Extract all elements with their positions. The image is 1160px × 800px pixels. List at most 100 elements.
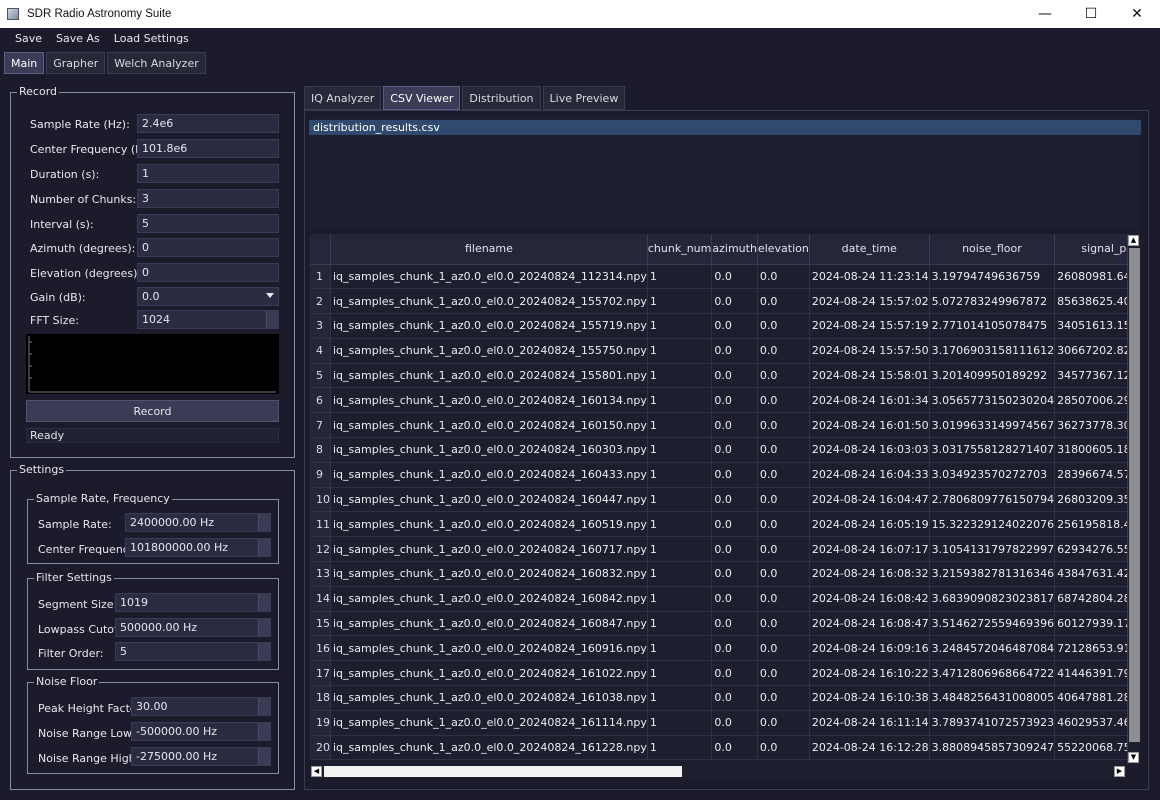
- table-row[interactable]: 13 iq_samples_chunk_1_az0.0_el0.0_2024082…: [310, 561, 1127, 587]
- row-number[interactable]: 15: [310, 611, 331, 637]
- spinbox-icon[interactable]: [258, 748, 270, 765]
- table-cell: 36273778.30730826: [1054, 412, 1127, 439]
- table-row[interactable]: 1 iq_samples_chunk_1_az0.0_el0.0_20240824…: [310, 264, 1127, 290]
- column-header[interactable]: elevation: [757, 234, 810, 265]
- minimize-icon[interactable]: —: [1022, 0, 1068, 28]
- scroll-left-icon[interactable]: ◀: [311, 766, 322, 777]
- table-row[interactable]: 10 iq_samples_chunk_1_az0.0_el0.0_2024082…: [310, 487, 1127, 513]
- segment-size-input[interactable]: 1019: [115, 593, 271, 612]
- table-row[interactable]: 6 iq_samples_chunk_1_az0.0_el0.0_20240824…: [310, 387, 1127, 414]
- table-row[interactable]: 17 iq_samples_chunk_1_az0.0_el0.0_2024082…: [310, 660, 1127, 687]
- maximize-icon[interactable]: ☐: [1068, 0, 1114, 28]
- menu-load-settings[interactable]: Load Settings: [107, 32, 196, 45]
- column-header[interactable]: azimuth: [711, 234, 758, 265]
- row-number[interactable]: 17: [310, 660, 331, 687]
- row-number[interactable]: 12: [310, 536, 331, 563]
- row-number[interactable]: 10: [310, 487, 331, 513]
- table-row[interactable]: 4 iq_samples_chunk_1_az0.0_el0.0_20240824…: [310, 338, 1127, 364]
- row-number[interactable]: 6: [310, 387, 331, 414]
- table-cell: 34577367.12471989: [1054, 363, 1127, 389]
- vertical-scroll-thumb[interactable]: [1129, 248, 1140, 742]
- column-header[interactable]: filename: [330, 234, 648, 265]
- row-number[interactable]: 7: [310, 412, 331, 439]
- column-header[interactable]: signal_power: [1054, 234, 1127, 265]
- tab-main[interactable]: Main: [4, 52, 45, 74]
- tab-live-preview[interactable]: Live Preview: [542, 86, 626, 110]
- spinbox-icon[interactable]: [258, 723, 270, 740]
- csv-file-item[interactable]: distribution_results.csv: [309, 120, 1141, 135]
- table-row[interactable]: 11 iq_samples_chunk_1_az0.0_el0.0_2024082…: [310, 511, 1127, 538]
- center-frequency-input[interactable]: 101.8e6: [137, 139, 279, 158]
- sample-rate-input[interactable]: 2.4e6: [137, 114, 279, 133]
- table-row[interactable]: 14 iq_samples_chunk_1_az0.0_el0.0_2024082…: [310, 586, 1127, 612]
- table-row[interactable]: 9 iq_samples_chunk_1_az0.0_el0.0_20240824…: [310, 462, 1127, 488]
- column-header[interactable]: date_time: [809, 234, 930, 265]
- row-number[interactable]: 4: [310, 338, 331, 364]
- table-row[interactable]: 19 iq_samples_chunk_1_az0.0_el0.0_2024082…: [310, 710, 1127, 736]
- spinbox-icon[interactable]: [258, 514, 270, 531]
- spinbox-icon[interactable]: [258, 539, 270, 556]
- row-number[interactable]: 8: [310, 437, 331, 463]
- filter-order-input[interactable]: 5: [115, 642, 271, 661]
- row-number[interactable]: 1: [310, 264, 331, 290]
- table-row[interactable]: 15 iq_samples_chunk_1_az0.0_el0.0_2024082…: [310, 611, 1127, 637]
- row-number[interactable]: 3: [310, 313, 331, 339]
- duration-input[interactable]: 1: [137, 164, 279, 183]
- scroll-right-icon[interactable]: ▶: [1114, 766, 1125, 777]
- row-number[interactable]: 16: [310, 635, 331, 662]
- horizontal-scroll-thumb[interactable]: [324, 766, 682, 777]
- settings-center-frequency-input[interactable]: 101800000.00 Hz: [125, 538, 271, 557]
- menu-save-as[interactable]: Save As: [49, 32, 107, 45]
- table-row[interactable]: 8 iq_samples_chunk_1_az0.0_el0.0_20240824…: [310, 437, 1127, 463]
- column-header[interactable]: chunk_num: [647, 234, 713, 265]
- table-row[interactable]: 3 iq_samples_chunk_1_az0.0_el0.0_20240824…: [310, 313, 1127, 339]
- horizontal-scrollbar[interactable]: ◀ ▶: [310, 765, 1127, 778]
- spinbox-icon[interactable]: [258, 594, 270, 611]
- noise-range-high-input[interactable]: -275000.00 Hz: [131, 747, 271, 766]
- tab-distribution[interactable]: Distribution: [462, 86, 541, 110]
- table-row[interactable]: 2 iq_samples_chunk_1_az0.0_el0.0_20240824…: [310, 288, 1127, 315]
- table-row[interactable]: 16 iq_samples_chunk_1_az0.0_el0.0_2024082…: [310, 635, 1127, 662]
- tab-grapher[interactable]: Grapher: [46, 52, 106, 74]
- tab-csv-viewer[interactable]: CSV Viewer: [383, 86, 461, 110]
- peak-height-factor-input[interactable]: 30.00: [131, 697, 271, 716]
- row-number[interactable]: 11: [310, 511, 331, 538]
- number-of-chunks-input[interactable]: 3: [137, 189, 279, 208]
- table-row[interactable]: 7 iq_samples_chunk_1_az0.0_el0.0_20240824…: [310, 412, 1127, 439]
- tab-welch-analyzer[interactable]: Welch Analyzer: [107, 52, 206, 74]
- column-header[interactable]: noise_floor: [929, 234, 1056, 265]
- gain-select[interactable]: 0.0: [137, 287, 279, 306]
- table-row[interactable]: 12 iq_samples_chunk_1_az0.0_el0.0_2024082…: [310, 536, 1127, 563]
- fft-size-input[interactable]: 1024: [137, 310, 279, 329]
- row-number[interactable]: 13: [310, 561, 331, 587]
- scroll-up-icon[interactable]: ▲: [1128, 235, 1139, 246]
- table-cell: 3.1706903158111612: [929, 338, 1056, 364]
- segment-size-value: 1019: [120, 596, 148, 609]
- row-number[interactable]: 9: [310, 462, 331, 488]
- row-number[interactable]: 2: [310, 288, 331, 315]
- vertical-scrollbar[interactable]: ▲ ▼: [1127, 234, 1140, 764]
- row-number[interactable]: 14: [310, 586, 331, 612]
- interval-input[interactable]: 5: [137, 214, 279, 233]
- row-number[interactable]: 19: [310, 710, 331, 736]
- table-row[interactable]: 5 iq_samples_chunk_1_az0.0_el0.0_20240824…: [310, 363, 1127, 389]
- row-number[interactable]: 18: [310, 685, 331, 711]
- lowpass-cutoff-input[interactable]: 500000.00 Hz: [115, 618, 271, 637]
- tab-iq-analyzer[interactable]: IQ Analyzer: [304, 86, 382, 110]
- record-button[interactable]: Record: [26, 400, 279, 422]
- scroll-down-icon[interactable]: ▼: [1128, 752, 1139, 763]
- azimuth-input[interactable]: 0: [137, 238, 279, 257]
- row-number[interactable]: 5: [310, 363, 331, 389]
- spinbox-icon[interactable]: [266, 311, 278, 328]
- noise-range-low-input[interactable]: -500000.00 Hz: [131, 722, 271, 741]
- spinbox-icon[interactable]: [258, 643, 270, 660]
- spinbox-icon[interactable]: [258, 619, 270, 636]
- table-row[interactable]: 20 iq_samples_chunk_1_az0.0_el0.0_2024082…: [310, 735, 1127, 761]
- close-icon[interactable]: ✕: [1114, 0, 1160, 28]
- row-number[interactable]: 20: [310, 735, 331, 761]
- spinbox-icon[interactable]: [258, 698, 270, 715]
- menu-save[interactable]: Save: [8, 32, 49, 45]
- elevation-input[interactable]: 0: [137, 263, 279, 282]
- table-row[interactable]: 18 iq_samples_chunk_1_az0.0_el0.0_2024082…: [310, 685, 1127, 711]
- settings-sample-rate-input[interactable]: 2400000.00 Hz: [125, 513, 271, 532]
